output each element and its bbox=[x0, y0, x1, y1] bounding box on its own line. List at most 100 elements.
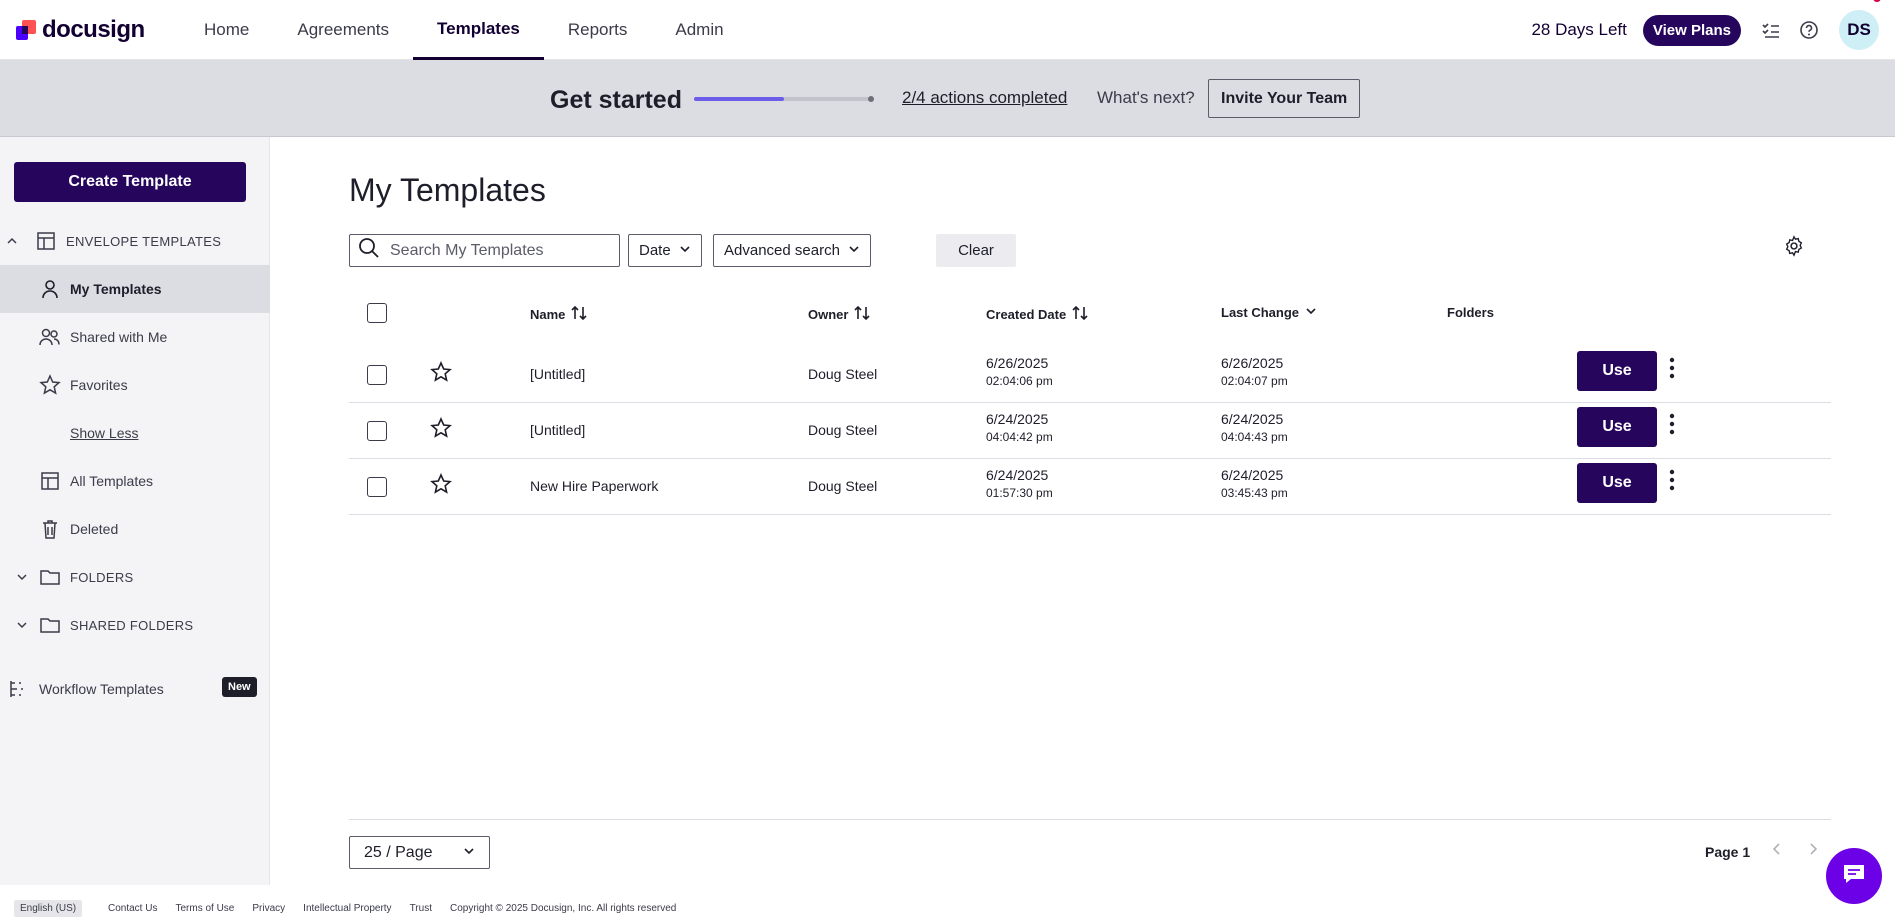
select-all-checkbox[interactable] bbox=[367, 303, 387, 323]
gear-icon[interactable] bbox=[1783, 235, 1805, 262]
template-owner: Doug Steel bbox=[808, 478, 878, 494]
use-button[interactable]: Use bbox=[1577, 351, 1657, 391]
more-options-icon[interactable] bbox=[1669, 357, 1675, 382]
sidebar-item-all-templates[interactable]: All Templates bbox=[0, 457, 270, 505]
tab-templates[interactable]: Templates bbox=[413, 0, 544, 60]
column-owner[interactable]: Owner bbox=[808, 305, 871, 324]
chevron-down-icon bbox=[1305, 305, 1317, 320]
sidebar-item-label: Favorites bbox=[70, 377, 128, 393]
sidebar-item-label: All Templates bbox=[70, 473, 154, 489]
last-change-date: 6/24/2025 04:04:43 pm bbox=[1221, 411, 1288, 444]
more-options-icon[interactable] bbox=[1669, 413, 1675, 438]
use-button[interactable]: Use bbox=[1577, 463, 1657, 503]
checklist-icon[interactable] bbox=[1757, 16, 1785, 44]
top-navigation: docusign Home Agreements Templates Repor… bbox=[0, 0, 1895, 60]
sidebar-item-workflow-templates[interactable]: Workflow Templates New bbox=[0, 665, 270, 713]
date-filter-dropdown[interactable]: Date bbox=[628, 234, 702, 267]
created-date: 6/24/2025 01:57:30 pm bbox=[986, 467, 1053, 500]
invite-team-button[interactable]: Invite Your Team bbox=[1208, 79, 1361, 118]
changed-time-value: 03:45:43 pm bbox=[1221, 486, 1288, 500]
footer-link-ip[interactable]: Intellectual Property bbox=[303, 903, 391, 914]
shared-folders-label: SHARED FOLDERS bbox=[70, 617, 194, 633]
row-checkbox[interactable] bbox=[367, 477, 387, 497]
table-row[interactable]: [Untitled] Doug Steel 6/24/2025 04:04:42 … bbox=[349, 403, 1831, 459]
progress-fill bbox=[694, 97, 784, 101]
footer-link-contact[interactable]: Contact Us bbox=[108, 903, 157, 914]
footer-link-privacy[interactable]: Privacy bbox=[252, 903, 285, 914]
trash-icon bbox=[38, 517, 62, 541]
create-template-button[interactable]: Create Template bbox=[14, 162, 246, 202]
template-owner: Doug Steel bbox=[808, 366, 878, 382]
column-last-change[interactable]: Last Change bbox=[1221, 305, 1317, 320]
footer-links: Contact Us Terms of Use Privacy Intellec… bbox=[108, 903, 676, 914]
use-button[interactable]: Use bbox=[1577, 407, 1657, 447]
star-icon bbox=[38, 373, 62, 397]
created-date-value: 6/24/2025 bbox=[986, 467, 1049, 483]
sidebar-item-label: Workflow Templates bbox=[39, 681, 164, 697]
chat-icon bbox=[1841, 861, 1867, 892]
template-name[interactable]: [Untitled] bbox=[530, 422, 585, 438]
sidebar-item-deleted[interactable]: Deleted bbox=[0, 505, 270, 553]
progress-end-dot bbox=[868, 96, 874, 102]
date-filter-label: Date bbox=[639, 242, 671, 259]
chevron-down-icon bbox=[848, 242, 860, 259]
sidebar-item-my-templates[interactable]: My Templates bbox=[0, 265, 270, 313]
actions-completed-link[interactable]: 2/4 actions completed bbox=[902, 88, 1067, 108]
row-checkbox[interactable] bbox=[367, 365, 387, 385]
show-less-link[interactable]: Show Less bbox=[70, 425, 138, 441]
footer-link-terms[interactable]: Terms of Use bbox=[175, 903, 234, 914]
language-select[interactable]: English (US) bbox=[14, 900, 83, 917]
chevron-right-icon[interactable] bbox=[1806, 842, 1820, 861]
shared-folders-section[interactable]: SHARED FOLDERS bbox=[0, 601, 270, 649]
star-icon[interactable] bbox=[430, 361, 452, 386]
get-started-banner: Get started 2/4 actions completed What's… bbox=[0, 60, 1895, 137]
logo-text: docusign bbox=[42, 16, 145, 43]
avatar[interactable]: DS bbox=[1839, 0, 1881, 50]
tab-admin[interactable]: Admin bbox=[651, 0, 747, 60]
help-icon[interactable] bbox=[1795, 16, 1823, 44]
sidebar-item-label: Shared with Me bbox=[70, 329, 168, 345]
created-time-value: 01:57:30 pm bbox=[986, 486, 1053, 500]
row-checkbox[interactable] bbox=[367, 421, 387, 441]
search-box[interactable] bbox=[349, 234, 620, 267]
footer-copyright: Copyright © 2025 Docusign, Inc. All righ… bbox=[449, 903, 677, 914]
tab-home[interactable]: Home bbox=[180, 0, 273, 60]
sort-icon bbox=[1072, 305, 1088, 324]
column-created-date[interactable]: Created Date bbox=[986, 305, 1088, 324]
view-plans-button[interactable]: View Plans bbox=[1642, 14, 1741, 46]
sort-icon bbox=[854, 305, 871, 324]
trial-days-left: 28 Days Left bbox=[1531, 20, 1627, 39]
sidebar: Create Template ENVELOPE TEMPLATES My Te… bbox=[0, 137, 270, 885]
star-icon[interactable] bbox=[430, 417, 452, 442]
footer-link-trust[interactable]: Trust bbox=[410, 903, 432, 914]
template-name[interactable]: New Hire Paperwork bbox=[530, 478, 658, 494]
clear-button[interactable]: Clear bbox=[936, 234, 1016, 267]
tab-agreements[interactable]: Agreements bbox=[273, 0, 413, 60]
docusign-logo[interactable]: docusign bbox=[16, 16, 145, 44]
created-date: 6/24/2025 04:04:42 pm bbox=[986, 411, 1053, 444]
star-icon[interactable] bbox=[430, 473, 452, 498]
chevron-left-icon[interactable] bbox=[1770, 842, 1784, 861]
advanced-search-dropdown[interactable]: Advanced search bbox=[713, 234, 871, 267]
created-time-value: 02:04:06 pm bbox=[986, 374, 1053, 388]
table-row[interactable]: [Untitled] Doug Steel 6/26/2025 02:04:06 … bbox=[349, 347, 1831, 403]
created-time-value: 04:04:42 pm bbox=[986, 430, 1053, 444]
column-name[interactable]: Name bbox=[530, 305, 587, 324]
table-row[interactable]: New Hire Paperwork Doug Steel 6/24/2025 0… bbox=[349, 459, 1831, 515]
sidebar-item-shared-with-me[interactable]: Shared with Me bbox=[0, 313, 270, 361]
search-input[interactable] bbox=[388, 240, 608, 261]
sidebar-item-favorites[interactable]: Favorites bbox=[0, 361, 270, 409]
envelope-templates-section[interactable]: ENVELOPE TEMPLATES bbox=[0, 217, 270, 265]
chevron-down-icon bbox=[10, 613, 34, 637]
column-owner-label: Owner bbox=[808, 307, 849, 322]
template-name[interactable]: [Untitled] bbox=[530, 366, 585, 382]
notification-dot-icon bbox=[1873, 0, 1881, 2]
logo-mark-icon bbox=[16, 20, 36, 40]
page-size-select[interactable]: 25 / Page bbox=[349, 836, 490, 869]
more-options-icon[interactable] bbox=[1669, 469, 1675, 494]
page-size-value: 25 / Page bbox=[364, 843, 433, 861]
folders-section[interactable]: FOLDERS bbox=[0, 553, 270, 601]
tab-reports[interactable]: Reports bbox=[544, 0, 652, 60]
created-date-value: 6/26/2025 bbox=[986, 355, 1049, 371]
created-date-value: 6/24/2025 bbox=[986, 411, 1049, 427]
